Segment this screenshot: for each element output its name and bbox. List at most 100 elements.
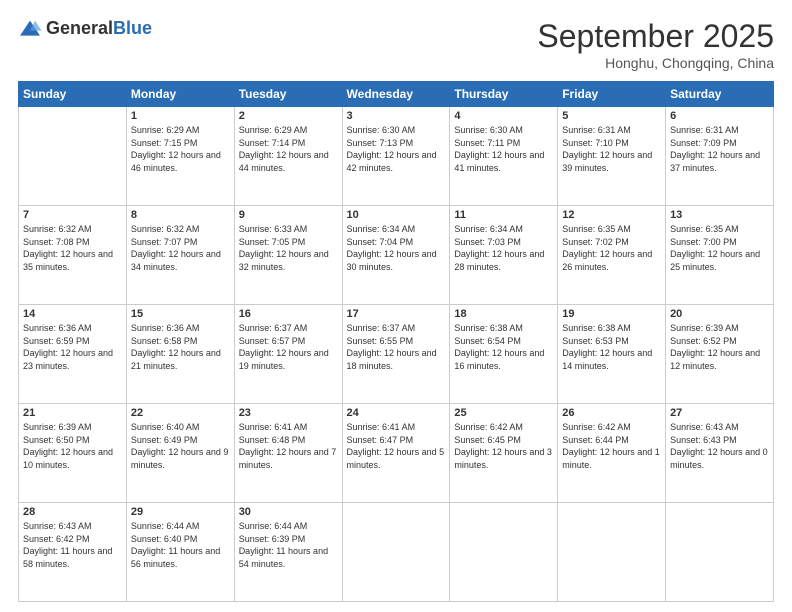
day-number: 15 [131,308,230,320]
calendar-cell: 7 Sunrise: 6:32 AMSunset: 7:08 PMDaylight… [19,206,127,305]
calendar-cell: 12Sunrise: 6:35 AMSunset: 7:02 PMDayligh… [558,206,666,305]
day-number: 25 [454,407,553,419]
cell-sun-info: Sunrise: 6:29 AMSunset: 7:15 PMDaylight:… [131,124,230,174]
cell-sun-info: Sunrise: 6:34 AMSunset: 7:03 PMDaylight:… [454,223,553,273]
day-number: 27 [670,407,769,419]
cell-sun-info: Sunrise: 6:33 AMSunset: 7:05 PMDaylight:… [239,223,338,273]
day-number: 6 [670,110,769,122]
weekday-header-row: SundayMondayTuesdayWednesdayThursdayFrid… [19,82,774,107]
cell-sun-info: Sunrise: 6:32 AMSunset: 7:08 PMDaylight:… [23,223,122,273]
day-number: 20 [670,308,769,320]
cell-sun-info: Sunrise: 6:34 AMSunset: 7:04 PMDaylight:… [347,223,446,273]
day-number: 29 [131,506,230,518]
calendar-cell: 29 Sunrise: 6:44 AMSunset: 6:40 PMDayligh… [126,503,234,602]
day-number: 30 [239,506,338,518]
day-number: 4 [454,110,553,122]
header: GeneralBlue September 2025 Honghu, Chong… [18,18,774,71]
cell-sun-info: Sunrise: 6:42 AMSunset: 6:45 PMDaylight:… [454,421,553,471]
cell-sun-info: Sunrise: 6:29 AMSunset: 7:14 PMDaylight:… [239,124,338,174]
day-number: 7 [23,209,122,221]
weekday-header-sunday: Sunday [19,82,127,107]
cell-sun-info: Sunrise: 6:43 AMSunset: 6:43 PMDaylight:… [670,421,769,471]
calendar-cell: 11 Sunrise: 6:34 AMSunset: 7:03 PMDayligh… [450,206,558,305]
calendar-cell [342,503,450,602]
weekday-header-tuesday: Tuesday [234,82,342,107]
cell-sun-info: Sunrise: 6:37 AMSunset: 6:55 PMDaylight:… [347,322,446,372]
cell-sun-info: Sunrise: 6:44 AMSunset: 6:39 PMDaylight:… [239,520,338,570]
calendar-cell: 10Sunrise: 6:34 AMSunset: 7:04 PMDayligh… [342,206,450,305]
location-subtitle: Honghu, Chongqing, China [537,55,774,71]
cell-sun-info: Sunrise: 6:30 AMSunset: 7:13 PMDaylight:… [347,124,446,174]
day-number: 8 [131,209,230,221]
cell-sun-info: Sunrise: 6:42 AMSunset: 6:44 PMDaylight:… [562,421,661,471]
calendar-cell: 28 Sunrise: 6:43 AMSunset: 6:42 PMDayligh… [19,503,127,602]
calendar-cell [558,503,666,602]
calendar-cell: 4Sunrise: 6:30 AMSunset: 7:11 PMDaylight… [450,107,558,206]
calendar-cell: 9 Sunrise: 6:33 AMSunset: 7:05 PMDaylight… [234,206,342,305]
logo: GeneralBlue [18,18,152,39]
cell-sun-info: Sunrise: 6:39 AMSunset: 6:50 PMDaylight:… [23,421,122,471]
logo-general: General [46,18,113,38]
calendar-cell: 15Sunrise: 6:36 AMSunset: 6:58 PMDayligh… [126,305,234,404]
title-block: September 2025 Honghu, Chongqing, China [537,18,774,71]
calendar-cell: 27 Sunrise: 6:43 AMSunset: 6:43 PMDayligh… [666,404,774,503]
day-number: 23 [239,407,338,419]
day-number: 24 [347,407,446,419]
calendar-cell: 21 Sunrise: 6:39 AMSunset: 6:50 PMDayligh… [19,404,127,503]
cell-sun-info: Sunrise: 6:40 AMSunset: 6:49 PMDaylight:… [131,421,230,471]
cell-sun-info: Sunrise: 6:35 AMSunset: 7:00 PMDaylight:… [670,223,769,273]
day-number: 12 [562,209,661,221]
day-number: 22 [131,407,230,419]
month-title: September 2025 [537,18,774,55]
day-number: 9 [239,209,338,221]
calendar-cell: 1Sunrise: 6:29 AMSunset: 7:15 PMDaylight… [126,107,234,206]
cell-sun-info: Sunrise: 6:43 AMSunset: 6:42 PMDaylight:… [23,520,122,570]
calendar-cell [450,503,558,602]
cell-sun-info: Sunrise: 6:44 AMSunset: 6:40 PMDaylight:… [131,520,230,570]
day-number: 16 [239,308,338,320]
calendar-cell [666,503,774,602]
day-number: 18 [454,308,553,320]
calendar-week-2: 14Sunrise: 6:36 AMSunset: 6:59 PMDayligh… [19,305,774,404]
calendar-cell: 22 Sunrise: 6:40 AMSunset: 6:49 PMDayligh… [126,404,234,503]
cell-sun-info: Sunrise: 6:37 AMSunset: 6:57 PMDaylight:… [239,322,338,372]
calendar-cell: 25 Sunrise: 6:42 AMSunset: 6:45 PMDayligh… [450,404,558,503]
calendar-cell: 19 Sunrise: 6:38 AMSunset: 6:53 PMDayligh… [558,305,666,404]
weekday-header-monday: Monday [126,82,234,107]
calendar-cell: 26 Sunrise: 6:42 AMSunset: 6:44 PMDayligh… [558,404,666,503]
cell-sun-info: Sunrise: 6:38 AMSunset: 6:53 PMDaylight:… [562,322,661,372]
calendar-cell: 30 Sunrise: 6:44 AMSunset: 6:39 PMDayligh… [234,503,342,602]
day-number: 3 [347,110,446,122]
day-number: 21 [23,407,122,419]
calendar-cell: 3 Sunrise: 6:30 AMSunset: 7:13 PMDaylight… [342,107,450,206]
day-number: 14 [23,308,122,320]
cell-sun-info: Sunrise: 6:38 AMSunset: 6:54 PMDaylight:… [454,322,553,372]
calendar-cell: 23 Sunrise: 6:41 AMSunset: 6:48 PMDayligh… [234,404,342,503]
day-number: 13 [670,209,769,221]
day-number: 19 [562,308,661,320]
calendar-cell: 20 Sunrise: 6:39 AMSunset: 6:52 PMDayligh… [666,305,774,404]
calendar-cell: 17Sunrise: 6:37 AMSunset: 6:55 PMDayligh… [342,305,450,404]
cell-sun-info: Sunrise: 6:39 AMSunset: 6:52 PMDaylight:… [670,322,769,372]
day-number: 26 [562,407,661,419]
day-number: 11 [454,209,553,221]
weekday-header-wednesday: Wednesday [342,82,450,107]
calendar-week-0: 1Sunrise: 6:29 AMSunset: 7:15 PMDaylight… [19,107,774,206]
calendar-cell: 14Sunrise: 6:36 AMSunset: 6:59 PMDayligh… [19,305,127,404]
calendar-cell: 18 Sunrise: 6:38 AMSunset: 6:54 PMDayligh… [450,305,558,404]
weekday-header-friday: Friday [558,82,666,107]
day-number: 2 [239,110,338,122]
weekday-header-saturday: Saturday [666,82,774,107]
page: GeneralBlue September 2025 Honghu, Chong… [0,0,792,612]
logo-icon [18,19,42,39]
calendar-cell: 2 Sunrise: 6:29 AMSunset: 7:14 PMDaylight… [234,107,342,206]
weekday-header-thursday: Thursday [450,82,558,107]
calendar-cell: 24 Sunrise: 6:41 AMSunset: 6:47 PMDayligh… [342,404,450,503]
cell-sun-info: Sunrise: 6:41 AMSunset: 6:48 PMDaylight:… [239,421,338,471]
calendar-cell: 6Sunrise: 6:31 AMSunset: 7:09 PMDaylight… [666,107,774,206]
day-number: 28 [23,506,122,518]
calendar-cell: 13 Sunrise: 6:35 AMSunset: 7:00 PMDayligh… [666,206,774,305]
cell-sun-info: Sunrise: 6:41 AMSunset: 6:47 PMDaylight:… [347,421,446,471]
cell-sun-info: Sunrise: 6:31 AMSunset: 7:10 PMDaylight:… [562,124,661,174]
calendar-week-1: 7 Sunrise: 6:32 AMSunset: 7:08 PMDaylight… [19,206,774,305]
